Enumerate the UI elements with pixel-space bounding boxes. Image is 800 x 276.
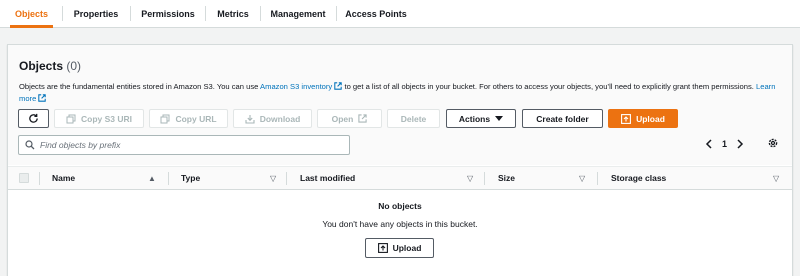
column-divider [39,172,40,185]
open-label: Open [331,113,354,124]
sort-icon[interactable]: ▽ [773,174,779,183]
gear-icon[interactable] [767,137,779,149]
select-all-checkbox[interactable] [19,173,29,183]
copy-icon [160,114,170,123]
refresh-icon [29,113,38,123]
chevron-left-icon[interactable] [705,139,713,149]
search-box [18,135,350,155]
tab-divider [62,6,63,21]
copy-url-button[interactable]: Copy URL [149,109,228,128]
delete-button[interactable]: Delete [387,109,440,128]
column-header-name[interactable]: Name [52,167,75,189]
chevron-right-icon[interactable] [736,139,744,149]
pagination: 1 [705,137,744,151]
copy-s3-uri-button[interactable]: Copy S3 URI [54,109,144,128]
download-button[interactable]: Download [233,109,312,128]
open-button[interactable]: Open [317,109,382,128]
tab-divider [260,6,261,21]
column-header-size[interactable]: Size [498,167,515,189]
delete-label: Delete [400,113,427,124]
column-header-type[interactable]: Type [181,167,200,189]
search-icon [25,140,35,150]
external-link-icon [358,114,367,123]
search-input[interactable] [40,140,340,150]
empty-upload-label: Upload [392,243,422,253]
objects-description: Objects are the fundamental entities sto… [19,81,781,105]
column-header-storage-class[interactable]: Storage class [611,167,666,189]
empty-state-title: No objects [378,201,422,211]
objects-heading: Objects (0) [19,59,81,73]
sort-icon[interactable]: ▽ [270,174,276,183]
create-folder-label: Create folder [536,113,589,124]
empty-state-message: You don't have any objects in this bucke… [322,219,478,229]
tab-divider [130,6,131,21]
objects-panel: Objects (0) Objects are the fundamental … [7,44,793,276]
sort-ascending-icon[interactable]: ▲ [148,174,156,183]
copy-url-label: Copy URL [175,113,217,124]
caret-down-icon [495,115,504,121]
s3-inventory-link[interactable]: Amazon S3 inventory [260,82,332,91]
empty-upload-button[interactable]: Upload [365,238,434,258]
column-divider [168,172,169,185]
description-text: Objects are the fundamental entities sto… [19,82,261,91]
page-number[interactable]: 1 [722,139,727,149]
tab-bar: Objects Properties Permissions Metrics M… [0,0,800,28]
tab-permissions[interactable]: Permissions [135,0,201,27]
table-header: Name ▲ Type ▽ Last modified ▽ Size ▽ Sto… [8,166,792,190]
column-divider [484,172,485,185]
description-text: to get a list of all objects in your buc… [342,82,756,91]
tab-properties[interactable]: Properties [66,0,126,27]
actions-dropdown[interactable]: Actions [446,109,516,128]
upload-icon [377,243,388,253]
tab-divider [205,6,206,21]
tab-access-points[interactable]: Access Points [341,0,411,27]
objects-title: Objects [19,59,64,73]
copy-s3-uri-label: Copy S3 URI [80,113,132,124]
upload-label: Upload [636,113,665,124]
tab-management[interactable]: Management [265,0,331,27]
create-folder-button[interactable]: Create folder [522,109,603,128]
copy-icon [66,114,76,123]
actions-label: Actions [458,113,491,124]
tab-metrics[interactable]: Metrics [211,0,255,27]
objects-count: (0) [66,59,82,73]
column-divider [286,172,287,185]
sort-icon[interactable]: ▽ [579,174,585,183]
tab-objects[interactable]: Objects [6,0,57,28]
sort-icon[interactable]: ▽ [467,174,473,183]
column-divider [597,172,598,185]
refresh-button[interactable] [18,109,49,128]
upload-icon [621,113,632,124]
download-icon [245,114,255,124]
external-link-icon[interactable] [38,94,47,102]
download-label: Download [259,113,301,124]
upload-button[interactable]: Upload [608,109,678,128]
column-header-last-modified[interactable]: Last modified [300,167,355,189]
tab-divider [336,6,337,21]
